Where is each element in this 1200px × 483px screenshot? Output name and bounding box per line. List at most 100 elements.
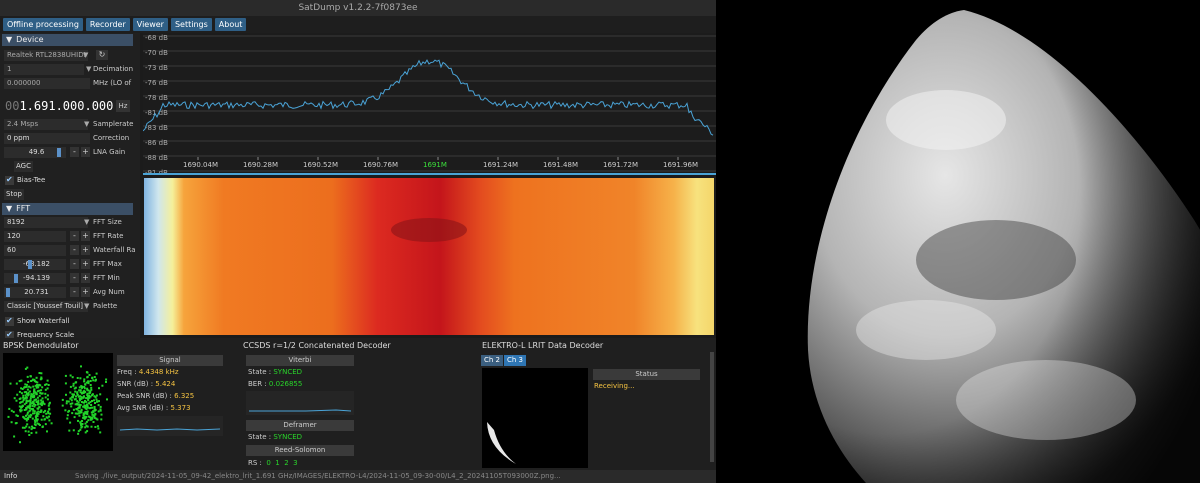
device-section-header[interactable]: ▼ Device	[2, 34, 133, 46]
constellation-point	[91, 393, 94, 396]
snr-readout: SNR (dB) : 5.424	[117, 380, 176, 388]
fft-max-slider[interactable]: -68.182	[4, 259, 66, 270]
frequency-unit[interactable]: Hz	[116, 100, 130, 112]
freq-tick-label: 1691M	[423, 161, 447, 169]
scrollbar[interactable]	[710, 352, 714, 462]
fft-rate-label: FFT Rate	[93, 232, 124, 240]
frequency-scale-label: Frequency Scale	[17, 331, 75, 338]
constellation-point	[15, 414, 18, 417]
constellation-point	[28, 434, 31, 436]
menu-recorder[interactable]: Recorder	[85, 18, 130, 31]
snr-history-graph	[117, 416, 223, 436]
constellation-point	[100, 418, 103, 421]
constellation-point	[82, 405, 85, 408]
fft-min-decrement[interactable]: -	[70, 273, 79, 283]
menu-bar: Offline processing Recorder Viewer Setti…	[0, 16, 716, 33]
constellation-point	[27, 418, 30, 421]
avg-increment[interactable]: +	[81, 287, 90, 297]
menu-offline-processing[interactable]: Offline processing	[3, 18, 83, 31]
refresh-icon[interactable]: ↻	[96, 50, 108, 60]
constellation-point	[23, 426, 26, 429]
tab-ch3[interactable]: Ch 3	[504, 355, 527, 366]
constellation-point	[88, 374, 91, 376]
sdr-select[interactable]: Realtek RTL2838UHIDI	[4, 50, 88, 61]
constellation-point	[89, 418, 92, 421]
fft-size-select[interactable]: 8192	[4, 217, 88, 228]
ppm-field[interactable]: 0 ppm	[4, 133, 90, 144]
freq-tick-label: 1691.48M	[543, 161, 578, 169]
wf-rate-increment[interactable]: +	[81, 245, 90, 255]
lo-label: MHz (LO of	[93, 79, 132, 87]
constellation-point	[77, 430, 80, 433]
fft-min-increment[interactable]: +	[81, 273, 90, 283]
samplerate-select[interactable]: 2.4 Msps	[4, 119, 88, 130]
constellation-point	[7, 415, 10, 418]
constellation-point	[32, 378, 34, 381]
avg-num-slider[interactable]: 20.731	[4, 287, 66, 298]
lna-slider-handle[interactable]	[57, 148, 61, 157]
menu-settings[interactable]: Settings	[170, 18, 212, 31]
frequency-scale-checkbox[interactable]	[5, 330, 14, 338]
constellation-point	[29, 397, 32, 400]
tab-ch2[interactable]: Ch 2	[481, 355, 504, 366]
show-waterfall-checkbox[interactable]	[5, 316, 14, 326]
waterfall-display[interactable]	[144, 178, 714, 335]
constellation-point	[44, 423, 47, 426]
constellation-point	[83, 380, 86, 383]
constellation-point	[20, 379, 23, 382]
fft-max-handle[interactable]	[28, 260, 32, 269]
constellation-point	[64, 374, 67, 377]
signal-header: Signal	[117, 355, 223, 366]
fft-min-handle[interactable]	[14, 274, 18, 283]
constellation-point	[75, 395, 77, 398]
lna-decrement-button[interactable]: -	[70, 147, 79, 157]
fft-max-decrement[interactable]: -	[70, 259, 79, 269]
menu-about[interactable]: About	[214, 18, 247, 31]
sdr-index-field[interactable]: 1	[4, 64, 84, 75]
constellation-point	[26, 423, 29, 426]
constellation-point	[40, 418, 43, 421]
constellation-point	[34, 398, 37, 401]
constellation-point	[35, 413, 38, 416]
biastee-checkbox[interactable]	[5, 175, 14, 185]
waterfall-rate-field[interactable]: 60	[4, 245, 66, 256]
constellation-point	[93, 399, 95, 402]
ccsds-title: CCSDS r=1/2 Concatenated Decoder	[243, 341, 391, 350]
constellation-point	[30, 432, 33, 434]
fft-section-header[interactable]: ▼ FFT	[2, 203, 133, 215]
avg-decrement[interactable]: -	[70, 287, 79, 297]
menu-viewer[interactable]: Viewer	[132, 18, 168, 31]
fft-rate-increment[interactable]: +	[81, 231, 90, 241]
agc-button[interactable]: AGC	[14, 161, 33, 172]
constellation-point	[77, 432, 80, 435]
constellation-point	[69, 397, 72, 400]
stop-button[interactable]: Stop	[4, 189, 24, 200]
lo-offset-field[interactable]: 0.000000	[4, 78, 90, 89]
constellation-point	[65, 393, 67, 396]
lna-increment-button[interactable]: +	[81, 147, 90, 157]
constellation-point	[93, 376, 96, 378]
wf-rate-decrement[interactable]: -	[70, 245, 79, 255]
constellation-point	[100, 413, 103, 416]
constellation-point	[86, 387, 89, 390]
constellation-point	[78, 386, 81, 389]
constellation-point	[9, 382, 12, 385]
db-tick-label: -76 dB	[145, 79, 168, 87]
constellation-point	[85, 397, 88, 400]
constellation-point	[48, 419, 51, 422]
fft-max-increment[interactable]: +	[81, 259, 90, 269]
constellation-point	[79, 399, 81, 402]
constellation-point	[18, 390, 21, 393]
palette-select[interactable]: Classic [Youssef Touil]	[4, 301, 88, 312]
constellation-point	[31, 408, 34, 410]
fft-spectrum-plot[interactable]: -68 dB -70 dB -73 dB -76 dB -78 dB -81 dB -83 …	[142, 33, 716, 177]
avg-num-handle[interactable]	[6, 288, 10, 297]
constellation-point	[64, 382, 67, 385]
frequency-display[interactable]: 001.691.000.000	[5, 99, 113, 113]
fft-rate-field[interactable]: 120	[4, 231, 66, 242]
constellation-point	[99, 431, 102, 434]
constellation-point	[19, 401, 22, 404]
constellation-point	[29, 375, 32, 378]
constellation-point	[33, 403, 35, 406]
fft-rate-decrement[interactable]: -	[70, 231, 79, 241]
